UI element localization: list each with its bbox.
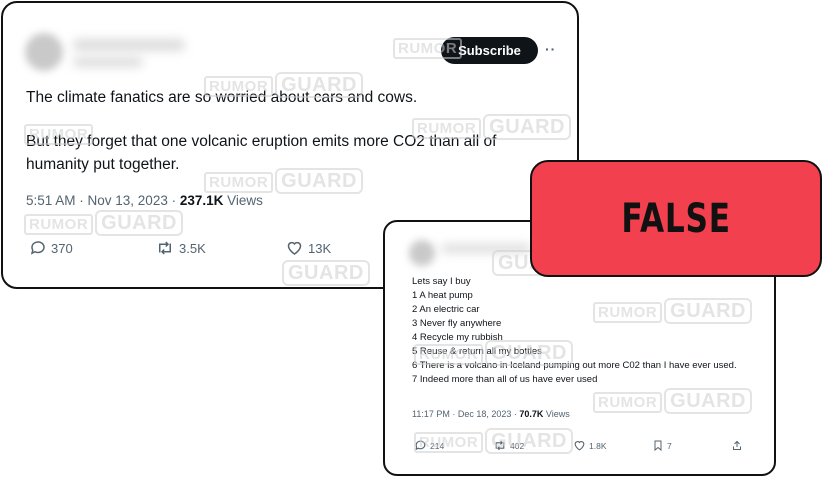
list-item: 4 Recycle my rubbish [412, 332, 503, 343]
views-count: 237.1K [179, 193, 224, 208]
avatar[interactable] [25, 33, 63, 71]
verdict-label: FALSE [621, 195, 731, 242]
share-button[interactable] [731, 439, 743, 452]
reply-count: 214 [430, 440, 445, 451]
repost-icon [495, 440, 505, 451]
tweet-text-line: Lets say I buy [412, 276, 471, 287]
bookmark-count: 7 [667, 440, 672, 451]
like-count: 1.8K [589, 440, 607, 451]
repost-count: 402 [510, 440, 525, 451]
like-count: 13K [308, 240, 332, 256]
author-name-blurred[interactable] [441, 244, 531, 253]
timestamp[interactable]: 11:17 PM · Dec 18, 2023 · [412, 409, 519, 419]
list-item: 6 There is a volcano in Iceland pumping … [412, 360, 737, 371]
views-label: Views [223, 193, 263, 208]
tweet-text-line: The climate fanatics are so worried abou… [26, 89, 418, 106]
views-label: Views [543, 409, 570, 419]
tweet-meta: 11:17 PM · Dec 18, 2023 · 70.7K Views [412, 409, 570, 419]
list-item: 5 Reuse & return all my bottles [412, 346, 542, 357]
list-item: 7 Indeed more than all of us have ever u… [412, 374, 598, 385]
author-handle-blurred [73, 57, 143, 67]
like-button[interactable]: 1.8K [573, 439, 607, 452]
reply-icon [415, 440, 426, 451]
bookmark-icon [654, 440, 662, 452]
tweet-text-line: humanity put together. [26, 156, 180, 173]
author-name-blurred[interactable] [73, 39, 185, 51]
repost-icon [159, 241, 171, 255]
list-item: 1 A heat pump [412, 290, 473, 301]
like-icon [574, 441, 585, 451]
bookmark-button[interactable]: 7 [652, 439, 672, 452]
tweet-meta: 5:51 AM · Nov 13, 2023 · 237.1K Views [26, 193, 263, 208]
verdict-badge: FALSE [530, 160, 822, 277]
tweet-text-line: But they forget that one volcanic erupti… [26, 133, 497, 150]
subscribe-button[interactable]: Subscribe [441, 37, 538, 64]
repost-button[interactable]: 402 [493, 439, 524, 452]
share-icon [733, 440, 741, 450]
avatar[interactable] [409, 240, 435, 266]
reply-button[interactable]: 370 [29, 239, 73, 257]
reply-count: 370 [51, 240, 73, 256]
repost-button[interactable]: 3.5K [155, 239, 206, 257]
like-icon [287, 241, 302, 255]
reply-button[interactable]: 214 [414, 439, 444, 452]
views-count: 70.7K [519, 409, 544, 419]
tweet-text-list: Lets say I buy 1 A heat pump 2 An electr… [412, 275, 752, 387]
list-item: 3 Never fly anywhere [412, 318, 502, 329]
like-button[interactable]: 13K [285, 239, 331, 257]
repost-count: 3.5K [179, 240, 206, 256]
list-item: 2 An electric car [412, 304, 480, 315]
timestamp[interactable]: 5:51 AM · Nov 13, 2023 · [26, 193, 180, 208]
more-icon[interactable]: ·· [545, 41, 556, 57]
reply-icon [30, 241, 45, 255]
